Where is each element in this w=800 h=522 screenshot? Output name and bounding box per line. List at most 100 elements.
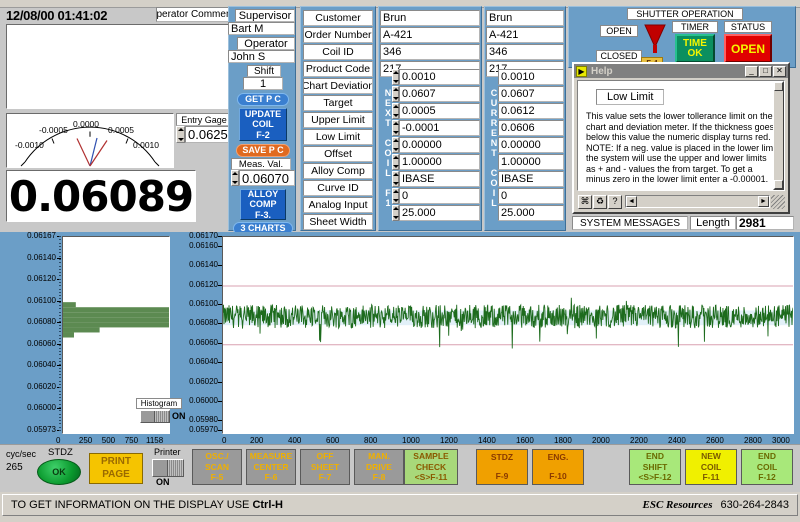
next-coil-value-9[interactable]: 1.00000 xyxy=(399,154,480,170)
help-resize-grip[interactable] xyxy=(771,195,785,209)
histogram-toggle-label: Histogram xyxy=(136,398,182,409)
fk-c-button-1[interactable]: ENG.F-10 xyxy=(532,449,584,485)
fk-d-button-0[interactable]: ENDSHIFT<S>F-12 xyxy=(629,449,681,485)
stdz-indicator[interactable]: OK xyxy=(37,459,81,485)
fk-b-button-0[interactable]: SAMPLECHECK<S>F-11 xyxy=(404,449,458,485)
next-coil-value-2[interactable]: 346 xyxy=(380,44,480,60)
meas-val-stepper[interactable] xyxy=(231,170,239,186)
save-pc-button[interactable]: SAVE P C xyxy=(236,144,290,157)
histogram-toggle-switch[interactable] xyxy=(140,410,170,423)
fk-a-button-0[interactable]: OSC./SCANF-5 xyxy=(192,449,242,485)
printer-toggle-switch[interactable] xyxy=(152,459,184,477)
meas-val-value[interactable]: 0.06070 xyxy=(239,170,295,186)
current-coil-value-7[interactable]: 0.0606 xyxy=(498,120,564,136)
fk-d-button-1[interactable]: NEWCOILF-11 xyxy=(685,449,737,485)
trend-ytick-7: 0.06040 xyxy=(174,357,218,366)
fkey-group-a: OSC./SCANF-5MEASURECENTERF-6OFFSHEETF-7M… xyxy=(192,449,404,485)
next-coil-value-12[interactable]: 25.000 xyxy=(399,205,480,221)
shutter-timer-indicator[interactable]: TIME OK xyxy=(675,34,715,63)
fk-a-button-1[interactable]: MEASURECENTERF-6 xyxy=(246,449,296,485)
next-coil-stepper-5[interactable] xyxy=(392,86,399,102)
fk-c-button-0[interactable]: STDZF-9 xyxy=(476,449,528,485)
next-coil-value-8[interactable]: 0.00000 xyxy=(399,137,480,153)
next-coil-stepper-4[interactable] xyxy=(392,69,399,85)
next-coil-row-10: IBASE xyxy=(392,171,480,187)
cyc-sec-value: 265 xyxy=(6,462,23,473)
help-topic-heading: Low Limit xyxy=(596,89,664,105)
histogram-toggle-state: ON xyxy=(172,411,186,421)
current-coil-row-12: 25.000 xyxy=(498,205,564,221)
current-coil-value-1[interactable]: A-421 xyxy=(486,27,564,43)
alloy-comp-fkey: F-3. xyxy=(255,210,271,220)
current-coil-value-4[interactable]: 0.0010 xyxy=(498,69,564,85)
print-page-button[interactable]: PRINT PAGE xyxy=(89,453,143,484)
next-coil-value-10[interactable]: IBASE xyxy=(399,171,480,187)
alloy-comp-button[interactable]: ALLOY COMP F-3. xyxy=(240,189,286,220)
stdz-label: STDZ xyxy=(48,447,73,458)
footer-hint-text: TO GET INFORMATION ON THE DISPLAY USE xyxy=(11,499,252,511)
next-coil-stepper-12[interactable] xyxy=(392,205,399,221)
next-coil-stepper-11[interactable] xyxy=(392,188,399,204)
fk-a-button-3[interactable]: MAN.DRIVEF-8 xyxy=(354,449,404,485)
current-coil-value-11[interactable]: 0 xyxy=(498,188,564,204)
entry-gage-stepper[interactable] xyxy=(176,126,185,143)
current-coil-title: CURRENT COIL xyxy=(487,69,498,227)
next-coil-stepper-8[interactable] xyxy=(392,137,399,153)
help-scrollbar[interactable] xyxy=(773,81,784,190)
footer-hint: TO GET INFORMATION ON THE DISPLAY USE Ct… xyxy=(11,499,283,511)
current-coil-value-9[interactable]: 1.00000 xyxy=(498,154,564,170)
shutter-status-label: STATUS xyxy=(724,21,772,33)
trend-ytick-4: 0.06100 xyxy=(174,299,218,308)
trend-ytick-1: 0.06160 xyxy=(174,241,218,250)
current-coil-value-12[interactable]: 25.000 xyxy=(498,205,564,221)
shutter-status-indicator[interactable]: OPEN xyxy=(724,34,772,63)
supervisor-panel: Supervisor Bart M Operator John S Shift … xyxy=(228,6,296,231)
company-phone: 630-264-2843 xyxy=(720,499,789,511)
help-question-icon[interactable]: ? xyxy=(608,195,622,209)
help-close-button[interactable]: ✕ xyxy=(773,66,786,77)
next-coil-value-1[interactable]: A-421 xyxy=(380,27,480,43)
update-coil-button[interactable]: UPDATE COIL F-2 xyxy=(239,108,287,141)
trend-trace xyxy=(223,237,793,433)
help-minimize-button[interactable]: _ xyxy=(745,66,758,77)
operator-comments-label: Operator Comments xyxy=(156,7,232,22)
parameter-label-4: Chart Deviation xyxy=(303,78,373,94)
next-coil-value-11[interactable]: 0 xyxy=(399,188,480,204)
trend-ytick-3: 0.06120 xyxy=(174,280,218,289)
shift-value[interactable]: 1 xyxy=(243,77,283,90)
current-coil-value-6[interactable]: 0.0612 xyxy=(498,103,564,119)
histogram-ytick-5: 0.06060 xyxy=(4,339,56,348)
help-titlebar[interactable]: ▶ Help _ □ ✕ xyxy=(574,64,788,78)
current-coil-value-10[interactable]: IBASE xyxy=(498,171,564,187)
next-coil-stepper-6[interactable] xyxy=(392,103,399,119)
help-maximize-button[interactable]: □ xyxy=(759,66,772,77)
next-coil-row-7: -0.0001 xyxy=(392,120,480,136)
next-coil-value-6[interactable]: 0.0005 xyxy=(399,103,480,119)
current-coil-row-10: IBASE xyxy=(498,171,564,187)
operator-value[interactable]: John S xyxy=(228,50,295,63)
current-coil-value-2[interactable]: 346 xyxy=(486,44,564,60)
datetime-display: 12/08/00 01:41:02 xyxy=(6,8,156,22)
next-coil-stepper-7[interactable] xyxy=(392,120,399,136)
help-print-icon[interactable]: ♻ xyxy=(593,195,607,209)
current-coil-value-8[interactable]: 0.00000 xyxy=(498,137,564,153)
current-coil-value-5[interactable]: 0.0607 xyxy=(498,86,564,102)
entry-gage-value[interactable]: 0.0625 xyxy=(185,126,232,143)
help-hscrollbar[interactable]: ◄ ► xyxy=(625,195,770,208)
next-coil-value-7[interactable]: -0.0001 xyxy=(399,120,480,136)
next-coil-row-11: 0 xyxy=(392,188,480,204)
get-pc-button[interactable]: GET P C xyxy=(237,93,289,106)
next-coil-stepper-10[interactable] xyxy=(392,171,399,187)
next-coil-stepper-9[interactable] xyxy=(392,154,399,170)
fk-a-button-2[interactable]: OFFSHEETF-7 xyxy=(300,449,350,485)
next-coil-value-4[interactable]: 0.0010 xyxy=(399,69,480,85)
operator-comments-input[interactable] xyxy=(6,24,232,109)
help-options-icon[interactable]: ⌘ xyxy=(578,195,592,209)
supervisor-value[interactable]: Bart M xyxy=(228,22,295,35)
next-coil-value-5[interactable]: 0.0607 xyxy=(399,86,480,102)
length-value: 2981 xyxy=(736,216,794,230)
current-coil-value-0[interactable]: Brun xyxy=(486,10,564,26)
trend-ytick-8: 0.06020 xyxy=(174,377,218,386)
next-coil-value-0[interactable]: Brun xyxy=(380,10,480,26)
fk-d-button-2[interactable]: ENDCOILF-12 xyxy=(741,449,793,485)
